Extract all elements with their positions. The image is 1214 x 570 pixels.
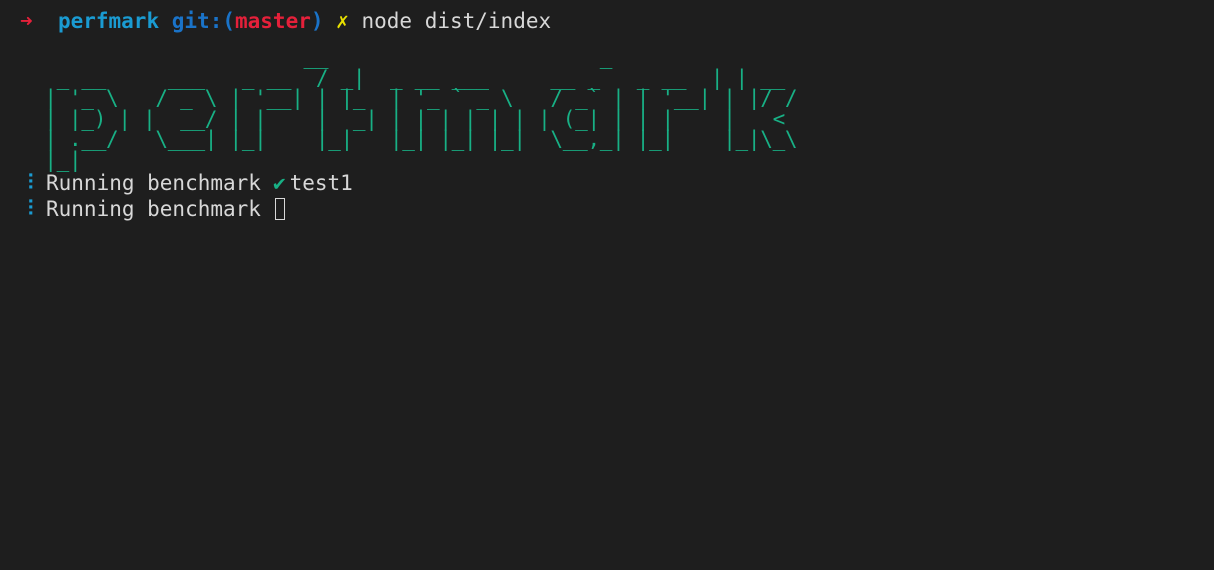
output-text: Running benchmark bbox=[46, 171, 261, 195]
terminal-cursor[interactable] bbox=[274, 198, 285, 220]
check-icon: ✔ bbox=[272, 171, 286, 195]
spinner-icon: ⠸ bbox=[20, 171, 36, 195]
prompt-git-label: git: bbox=[171, 9, 223, 33]
test-name: test1 bbox=[289, 171, 353, 195]
prompt-close-paren: ) bbox=[310, 9, 324, 33]
output-text: Running benchmark bbox=[46, 197, 261, 221]
ascii-banner-line: |_| bbox=[32, 147, 82, 172]
terminal-window: ➜ perfmark git:(master) ✗ node dist/inde… bbox=[0, 0, 1214, 570]
spinner-icon: ⠸ bbox=[20, 197, 36, 221]
prompt-command: node dist/index bbox=[361, 9, 552, 33]
output-line-1: ⠸ Running benchmark ✔ test1 bbox=[20, 170, 1214, 196]
prompt-open-paren: ( bbox=[222, 9, 235, 33]
prompt-directory: perfmark bbox=[57, 9, 160, 33]
output-line-2: ⠸ Running benchmark bbox=[20, 196, 1214, 222]
ascii-banner: __ _ _ __ ___ _ __ / _| _ __ ___ __ _ _ … bbox=[32, 47, 1214, 172]
shell-prompt: ➜ perfmark git:(master) ✗ node dist/inde… bbox=[20, 8, 1214, 34]
prompt-arrow-icon: ➜ bbox=[20, 9, 33, 33]
ascii-banner-line: | .__/ \___| |_| |_| |_| |_| |_| \__,_| … bbox=[32, 127, 798, 151]
prompt-dirty-icon: ✗ bbox=[336, 9, 349, 33]
prompt-branch: master bbox=[235, 9, 311, 33]
